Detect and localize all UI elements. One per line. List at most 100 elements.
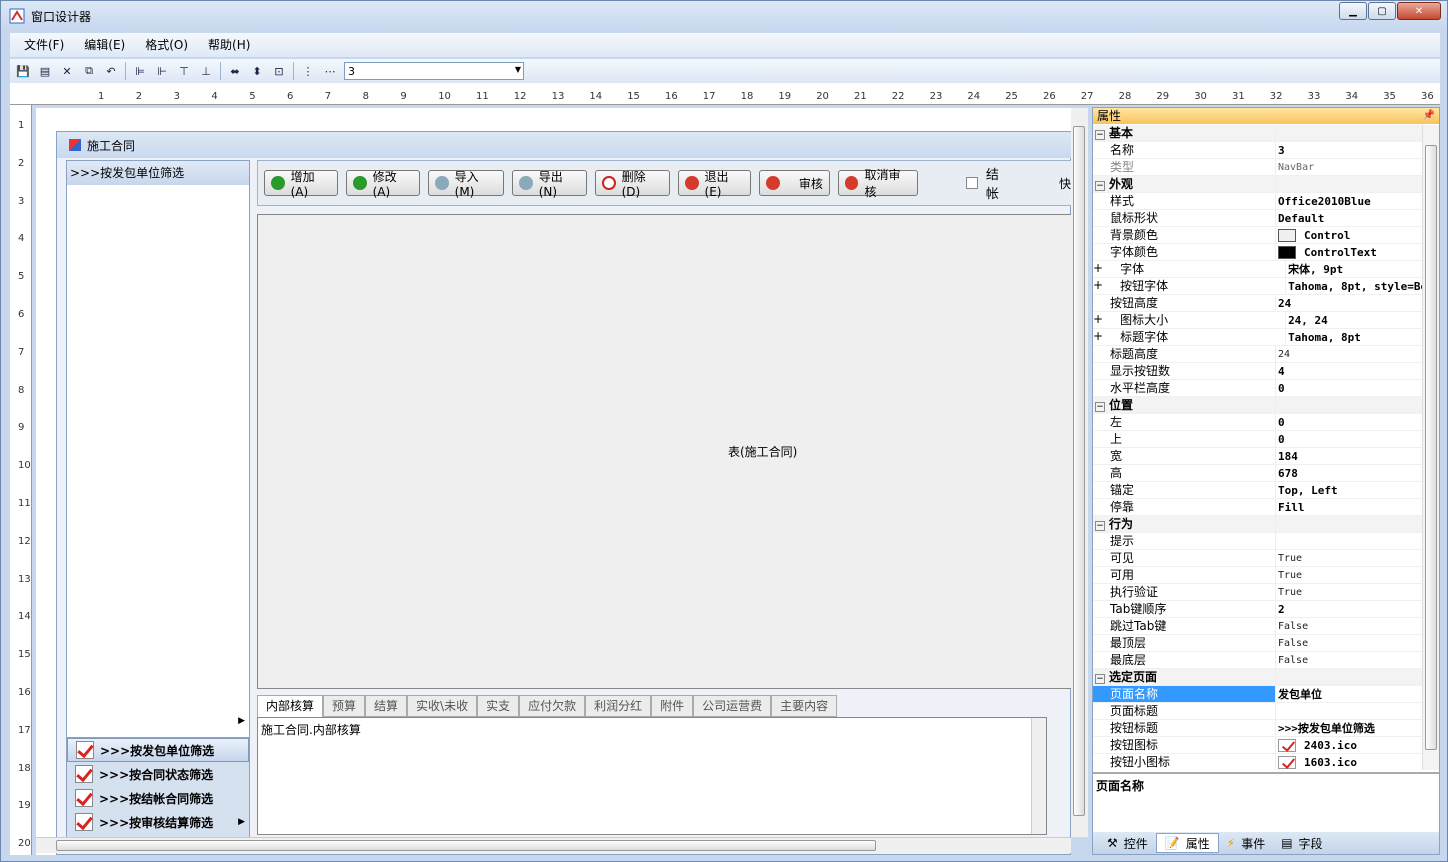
tab-main-content[interactable]: 主要内容 (771, 695, 838, 717)
property-value[interactable]: >>>按发包单位筛选 (1275, 720, 1423, 736)
property-row[interactable]: 左0 (1093, 414, 1423, 431)
property-row[interactable]: 按钮小图标 1603.ico (1093, 754, 1423, 770)
delete-icon[interactable]: ✕ (56, 61, 78, 81)
tab-events[interactable]: ⚡ 事件 (1219, 833, 1273, 853)
property-category[interactable]: − 位置 (1093, 397, 1423, 414)
property-value[interactable] (1275, 703, 1423, 719)
property-value[interactable]: 3 (1275, 142, 1423, 158)
same-width-icon[interactable]: ⬌ (224, 61, 246, 81)
align-right-icon[interactable]: ⊩ (151, 61, 173, 81)
align-top-icon[interactable]: ⊤ (173, 61, 195, 81)
audit-button[interactable]: 审核 (759, 170, 830, 196)
scrollbar-thumb[interactable] (56, 840, 876, 851)
property-value[interactable]: 发包单位 (1275, 686, 1423, 702)
property-row[interactable]: 执行验证 True (1093, 584, 1423, 601)
designed-form[interactable]: 施工合同 >>>按发包单位筛选 ▶ >>>按发包单位筛选 >>>按合同状态筛选 … (56, 131, 1072, 855)
property-value[interactable]: 678 (1275, 465, 1423, 481)
property-value[interactable]: True (1275, 584, 1423, 600)
canvas-horizontal-scrollbar[interactable] (36, 837, 1071, 853)
property-value[interactable]: Default (1275, 210, 1423, 226)
property-row[interactable]: 停靠 Fill (1093, 499, 1423, 516)
property-row[interactable]: 字体颜色 ControlText (1093, 244, 1423, 261)
export-button[interactable]: 导出(N) (512, 170, 587, 199)
save-all-icon[interactable]: ▤ (34, 61, 56, 81)
property-value[interactable]: 1603.ico (1275, 754, 1423, 770)
property-value[interactable]: ControlText (1275, 244, 1423, 260)
property-value[interactable]: NavBar (1275, 159, 1423, 175)
chevron-right-icon[interactable]: ▶ (238, 817, 245, 827)
close-button[interactable]: ✕ (1397, 2, 1441, 20)
property-row[interactable]: 可见 True (1093, 550, 1423, 567)
property-value[interactable]: True (1275, 550, 1423, 566)
property-value[interactable]: 0 (1275, 431, 1423, 447)
property-value[interactable]: Tahoma, 8pt (1285, 329, 1423, 345)
property-row[interactable]: 样式 Office2010Blue (1093, 193, 1423, 210)
maximize-button[interactable]: ▢ (1368, 2, 1396, 20)
property-value[interactable]: 24, 24 (1285, 312, 1423, 328)
property-row[interactable]: Tab键顺序 2 (1093, 601, 1423, 618)
menu-file[interactable]: 文件(F) (14, 34, 74, 56)
property-category[interactable]: − 外观 (1093, 176, 1423, 193)
property-row[interactable]: 可用 True (1093, 567, 1423, 584)
property-row[interactable]: 水平栏高度 0 (1093, 380, 1423, 397)
collapse-icon[interactable]: − (1095, 674, 1105, 684)
same-height-icon[interactable]: ⬍ (246, 61, 268, 81)
property-value[interactable]: Fill (1275, 499, 1423, 515)
property-value[interactable]: True (1275, 567, 1423, 583)
expand-icon[interactable]: + (1093, 278, 1103, 294)
collapse-icon[interactable]: − (1095, 181, 1105, 191)
property-row[interactable]: 最顶层 False (1093, 635, 1423, 652)
tab-payables[interactable]: 应付欠款 (519, 695, 586, 717)
align-left-icon[interactable]: ⊫ (129, 61, 151, 81)
property-row[interactable]: + 字体 宋体, 9pt (1093, 261, 1423, 278)
tab-internal-accounting[interactable]: 内部核算 (257, 695, 324, 717)
property-row[interactable]: 类型 NavBar (1093, 159, 1423, 176)
nav-button[interactable]: >>>按结帐合同筛选 (67, 786, 249, 810)
copy-icon[interactable]: ⧉ (78, 61, 100, 81)
undo-icon[interactable]: ↶ (100, 61, 122, 81)
property-category[interactable]: − 基本 (1093, 125, 1423, 142)
align-bottom-icon[interactable]: ⊥ (195, 61, 217, 81)
property-value[interactable] (1275, 533, 1423, 549)
tab-settlement[interactable]: 结算 (365, 695, 408, 717)
delete-button[interactable]: 删除(D) (594, 170, 670, 199)
property-row[interactable]: 按钮高度 24 (1093, 295, 1423, 312)
property-row[interactable]: 显示按钮数 4 (1093, 363, 1423, 380)
property-value[interactable]: 宋体, 9pt (1285, 261, 1423, 277)
property-row[interactable]: 高 678 (1093, 465, 1423, 482)
control-selector[interactable]: 3 ▼ (344, 62, 524, 80)
tab-controls[interactable]: ⚒ 控件 (1099, 833, 1156, 853)
expand-icon[interactable]: + (1093, 329, 1103, 345)
property-row[interactable]: 页面标题 (1093, 703, 1423, 720)
chevron-right-icon[interactable]: ▶ (238, 716, 245, 726)
property-category[interactable]: − 行为 (1093, 516, 1423, 533)
property-value[interactable]: 0 (1275, 414, 1423, 430)
property-row[interactable]: 鼠标形状 Default (1093, 210, 1423, 227)
collapse-icon[interactable]: − (1095, 402, 1105, 412)
property-value[interactable]: False (1275, 618, 1423, 634)
nav-button[interactable]: >>>按合同状态筛选 (67, 762, 249, 786)
same-size-icon[interactable]: ⊡ (268, 61, 290, 81)
property-value[interactable]: 4 (1275, 363, 1423, 379)
tab-profit[interactable]: 利润分红 (585, 695, 652, 717)
nav-button[interactable]: >>>按审核结算筛选 ▶ (67, 810, 249, 834)
tab-received[interactable]: 实收\未收 (407, 695, 478, 717)
property-row[interactable]: 页面名称 发包单位 (1093, 686, 1423, 703)
property-row[interactable]: 名称 3 (1093, 142, 1423, 159)
expand-icon[interactable]: + (1093, 312, 1103, 328)
property-value[interactable]: 0 (1275, 380, 1423, 396)
add-button[interactable]: 增加(A) (264, 170, 339, 199)
nav-button[interactable]: >>>按发包单位筛选 (67, 738, 249, 762)
property-row[interactable]: 按钮标题 >>>按发包单位筛选 (1093, 720, 1423, 737)
minimize-button[interactable]: ▁ (1339, 2, 1367, 20)
tab-attachments[interactable]: 附件 (651, 695, 694, 717)
tab-content-scrollbar[interactable] (1031, 718, 1046, 834)
property-value[interactable]: Tahoma, 8pt, style=Bo (1285, 278, 1423, 294)
property-value[interactable]: Office2010Blue (1275, 193, 1423, 209)
tab-paid[interactable]: 实支 (477, 695, 520, 717)
nav-bar[interactable]: >>>按发包单位筛选 ▶ >>>按发包单位筛选 >>>按合同状态筛选 >>>按结… (66, 160, 250, 838)
save-icon[interactable]: 💾 (12, 61, 34, 81)
collapse-icon[interactable]: − (1095, 130, 1105, 140)
property-value[interactable]: 184 (1275, 448, 1423, 464)
property-row[interactable]: 按钮图标 2403.ico (1093, 737, 1423, 754)
